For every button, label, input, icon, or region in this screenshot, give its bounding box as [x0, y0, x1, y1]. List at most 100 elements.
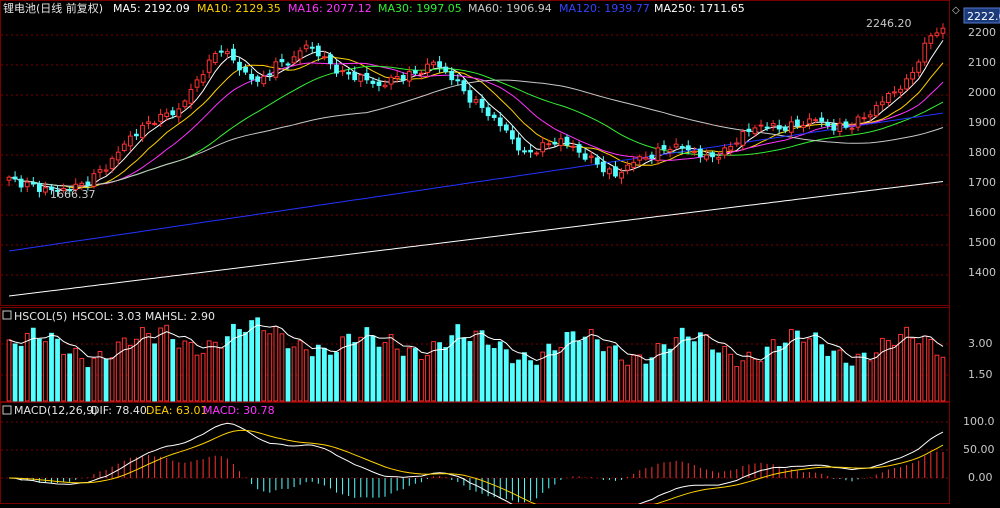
macd-plot — [8, 422, 944, 508]
candle-body — [461, 80, 467, 92]
hscol-bar — [631, 354, 637, 402]
candle-body — [109, 157, 115, 169]
hscol-bar — [243, 331, 248, 402]
candle-body — [879, 101, 885, 106]
hscol-bar — [649, 357, 655, 402]
candle-body — [764, 126, 770, 129]
macd-value-label: MACD: 30.78 — [203, 404, 275, 417]
candle-body — [716, 156, 721, 160]
hscol-bar — [534, 364, 540, 402]
candle-body — [164, 112, 170, 118]
candle-body — [491, 114, 497, 118]
candle-body — [267, 73, 273, 76]
hscol-bar — [437, 342, 442, 402]
candle-body — [795, 119, 800, 127]
candle-body — [419, 72, 424, 75]
candle-body — [910, 71, 916, 80]
candle-body — [103, 169, 109, 172]
hscol-bar — [873, 352, 879, 402]
hscol-bar — [455, 324, 461, 402]
macd-panel-toggle[interactable] — [2, 405, 12, 415]
candle-body — [770, 123, 776, 127]
candle-body — [358, 74, 364, 82]
hscol-bar — [6, 339, 12, 402]
hscol-bar — [825, 355, 831, 402]
hscol-bar — [564, 332, 570, 402]
candle-body — [534, 152, 540, 155]
candle-body — [127, 135, 133, 147]
candle-body — [564, 136, 570, 146]
hscol-bar — [546, 343, 552, 402]
candle-body — [328, 54, 333, 64]
candle-body — [704, 154, 709, 160]
diamond-icon[interactable]: ◇ — [952, 5, 960, 16]
candle-body — [376, 81, 382, 86]
hscol-bar — [412, 348, 418, 402]
hscol-bar — [400, 355, 406, 402]
candle-body — [91, 173, 97, 187]
candle-body — [255, 76, 261, 82]
candle-body — [522, 150, 527, 153]
candle-body — [18, 178, 24, 188]
candle-body — [837, 122, 843, 132]
hscol-bar — [522, 352, 527, 402]
candle-body — [540, 142, 546, 153]
candle-body — [322, 56, 327, 59]
candle-body — [698, 148, 703, 158]
candle-body — [813, 119, 818, 122]
hscol-bar — [807, 338, 812, 402]
legend-ma30: MA30: 1997.05 — [378, 2, 462, 15]
hscol-bar — [485, 344, 491, 402]
candle-body — [643, 156, 649, 160]
hscol-bar — [795, 330, 800, 402]
candle-body — [679, 146, 685, 149]
candle-body — [170, 110, 176, 116]
candle-body — [224, 51, 230, 55]
candle-body — [528, 149, 533, 153]
hscol-bar — [691, 341, 697, 402]
candle-body — [649, 154, 655, 159]
legend-ma5: MA5: 2192.09 — [113, 2, 190, 15]
hscol-bar — [576, 340, 582, 402]
hscol-bar — [121, 337, 127, 402]
candle-body — [79, 182, 85, 186]
dea-line — [8, 429, 944, 508]
candle-body — [194, 79, 200, 88]
candle-body — [340, 70, 345, 73]
hscol-bar — [364, 327, 370, 402]
y-tick: 1500 — [968, 236, 996, 249]
candle-body — [334, 64, 339, 74]
hscol-bar — [297, 340, 303, 402]
candle-body — [758, 124, 764, 127]
candle-body — [819, 117, 825, 122]
y-tick: 1700 — [968, 176, 996, 189]
candle-body — [134, 133, 139, 137]
main-panel-frame — [0, 0, 950, 306]
candle-body — [546, 143, 552, 146]
hscol-bar — [91, 357, 97, 402]
candle-body — [485, 107, 491, 117]
candle-body — [673, 143, 679, 148]
moving-average-lines — [8, 40, 944, 297]
candle-body — [394, 76, 400, 79]
hscol-bar — [685, 336, 691, 402]
hscol-bar — [376, 346, 382, 402]
candle-body — [12, 176, 18, 180]
candle-body — [97, 169, 103, 173]
candle-body — [237, 61, 242, 71]
hscol-panel-toggle[interactable] — [2, 310, 12, 320]
hscol-bar — [340, 336, 345, 402]
hscol-bar — [358, 336, 364, 402]
candle-body — [115, 151, 121, 161]
candle-body — [388, 76, 394, 85]
hscol-bar — [479, 330, 485, 402]
hscol-bar — [801, 341, 806, 402]
candle-body — [182, 100, 188, 108]
candle-body — [558, 138, 564, 146]
hscol-bar — [127, 344, 133, 402]
candle-body — [273, 61, 279, 78]
candle-body — [406, 71, 412, 82]
hscol-bar — [73, 347, 79, 402]
hscol-bar — [382, 342, 388, 402]
hscol-bar — [200, 352, 206, 402]
